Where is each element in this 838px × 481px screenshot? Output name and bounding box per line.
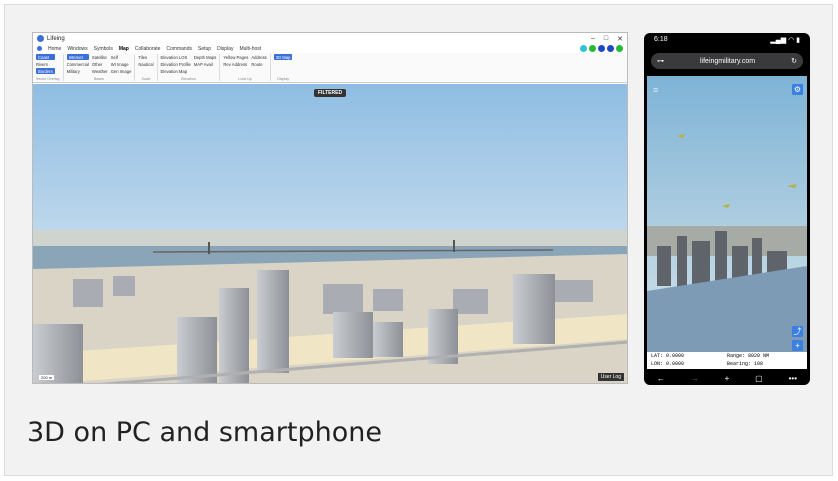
ribbon-group-scale: Tiles Nautical Scale (138, 54, 158, 81)
ribbon-elevation-map[interactable]: Elevation Map (161, 68, 191, 74)
user-log-button[interactable]: User Log (597, 373, 624, 381)
close-button[interactable]: ✕ (617, 35, 623, 43)
phone-time: 6:18 (654, 36, 668, 43)
ribbon-depth-maps[interactable]: Depth Maps (194, 54, 217, 60)
maximize-button[interactable]: □ (604, 35, 608, 43)
ribbon-other[interactable]: Other (92, 61, 108, 67)
menu-multi-host[interactable]: Multi-host (239, 46, 261, 52)
ribbon-commercial[interactable]: Commercial (67, 61, 89, 67)
hamburger-icon[interactable]: ≡ (653, 85, 658, 95)
url-bar[interactable]: ⊶ lifeingmilitary.com ↻ (651, 53, 803, 69)
ribbon-group-display: 3D Map Display (273, 54, 296, 81)
ribbon-elevation-profile[interactable]: Elevation Profile (161, 61, 191, 67)
ribbon-group-elevation: Elevation LOS Elevation Profile Elevatio… (161, 54, 221, 81)
ribbon-wi-image[interactable]: WI Image (111, 61, 132, 67)
ribbon-weather[interactable]: Weather (92, 68, 108, 74)
more-icon[interactable]: ••• (789, 374, 797, 383)
ribbon-coast[interactable]: Coast (36, 54, 55, 60)
ribbon-tiles[interactable]: Tiles (138, 54, 153, 60)
ribbon-borders[interactable]: Borders (36, 68, 55, 74)
status-blue2-icon[interactable] (607, 45, 614, 52)
phone-nav-bar: ← → + ▢ ••• (644, 371, 810, 385)
phone-zoom-in-button[interactable]: + (792, 340, 803, 351)
smartphone: 6:18 ▂▄▆ ◠ ▮ ⊶ lifeingmilitary.com ↻ ⚙ ⤴… (644, 33, 810, 385)
ribbon-internet[interactable]: Internet (66, 54, 89, 60)
menu-setup[interactable]: Setup (198, 46, 211, 52)
ribbon-address[interactable]: Address (251, 54, 266, 60)
group-label: Vector Overlay (36, 77, 60, 81)
phone-info-panel: LAT: 0.0000 Range: 8020 NM LON: 0.0000 B… (647, 352, 807, 369)
ribbon-3d-map[interactable]: 3D Map (273, 54, 293, 60)
minimize-button[interactable]: – (591, 35, 595, 43)
group-label: Bases (93, 77, 104, 81)
status-green2-icon[interactable] (616, 45, 623, 52)
menu-home[interactable]: Home (48, 46, 61, 52)
ribbon-rev-address[interactable]: Rev Address (223, 61, 248, 67)
3d-map-view[interactable] (33, 84, 628, 384)
menu-bar: Home Windows Symbols Map Collaborate Com… (33, 44, 627, 53)
ribbon-self[interactable]: Self (111, 54, 132, 60)
tabs-icon[interactable]: ⊶ (657, 57, 664, 65)
phone-3d-map-view[interactable] (647, 76, 807, 353)
lon-readout: LON: 0.0000 (651, 360, 685, 367)
group-label: Display (277, 77, 289, 81)
back-icon[interactable]: ← (657, 374, 665, 383)
group-label: Scale (141, 77, 151, 81)
filtered-badge: FILTERED (314, 89, 347, 97)
scale-bar: 200 m (39, 375, 55, 380)
app-logo-icon (37, 35, 44, 42)
ribbon-nautical[interactable]: Nautical (138, 61, 153, 67)
pc-window: Lifeing – □ ✕ Home Windows Symbols Map C… (32, 32, 628, 384)
ribbon-toolbar: Coast Rivers Borders Vector Overlay Inte… (33, 53, 627, 83)
status-cyan-icon[interactable] (580, 45, 587, 52)
ribbon-satellite[interactable]: Satellite (92, 54, 108, 60)
status-blue-icon[interactable] (598, 45, 605, 52)
ribbon-group-vector-overlay: Coast Rivers Borders Vector Overlay (36, 54, 64, 81)
group-label: Look Up (238, 77, 252, 81)
ribbon-route[interactable]: Route (251, 61, 266, 67)
group-label: Elevation (181, 77, 196, 81)
ribbon-group-look-up: Yellow Pages Rev Address Address Route L… (223, 54, 271, 81)
menu-symbols[interactable]: Symbols (94, 46, 113, 52)
new-tab-icon[interactable]: + (725, 374, 730, 383)
ribbon-group-bases: Internet Commercial Military Satellite O… (66, 54, 136, 81)
title-bar: Lifeing – □ ✕ (33, 33, 627, 44)
bearing-readout: Bearing: 108 (727, 360, 764, 367)
forward-icon[interactable]: → (691, 374, 699, 383)
figure-card: Lifeing – □ ✕ Home Windows Symbols Map C… (4, 4, 833, 476)
app-title: Lifeing (47, 35, 65, 42)
range-readout: Range: 8020 NM (727, 353, 770, 359)
signal-icon: ▂▄▆ ◠ ▮ (770, 36, 800, 44)
tabs-overview-icon[interactable]: ▢ (755, 374, 763, 383)
figure-caption: 3D on PC and smartphone (27, 417, 382, 448)
ribbon-yellow-pages[interactable]: Yellow Pages (223, 54, 248, 60)
url-text: lifeingmilitary.com (700, 57, 756, 65)
ribbon-military[interactable]: Military (67, 68, 89, 74)
lat-readout: LAT: 0.0000 (651, 353, 685, 359)
ribbon-map-avail[interactable]: MAP Avail (194, 61, 217, 67)
phone-status-bar: 6:18 ▂▄▆ ◠ ▮ (644, 33, 810, 46)
menu-collaborate[interactable]: Collaborate (135, 46, 161, 52)
ribbon-rivers[interactable]: Rivers (36, 61, 55, 67)
phone-share-button[interactable]: ⤴ (792, 326, 803, 337)
home-icon[interactable] (37, 46, 42, 51)
phone-settings-button[interactable]: ⚙ (792, 84, 803, 95)
reload-icon[interactable]: ↻ (791, 57, 797, 65)
menu-map[interactable]: Map (119, 46, 129, 52)
menu-windows[interactable]: Windows (67, 46, 87, 52)
menu-commands[interactable]: Commands (166, 46, 192, 52)
ribbon-elevation-los[interactable]: Elevation LOS (161, 54, 191, 60)
ribbon-gen-image[interactable]: Gen Image (111, 68, 132, 74)
status-green-icon[interactable] (589, 45, 596, 52)
menu-display[interactable]: Display (217, 46, 233, 52)
